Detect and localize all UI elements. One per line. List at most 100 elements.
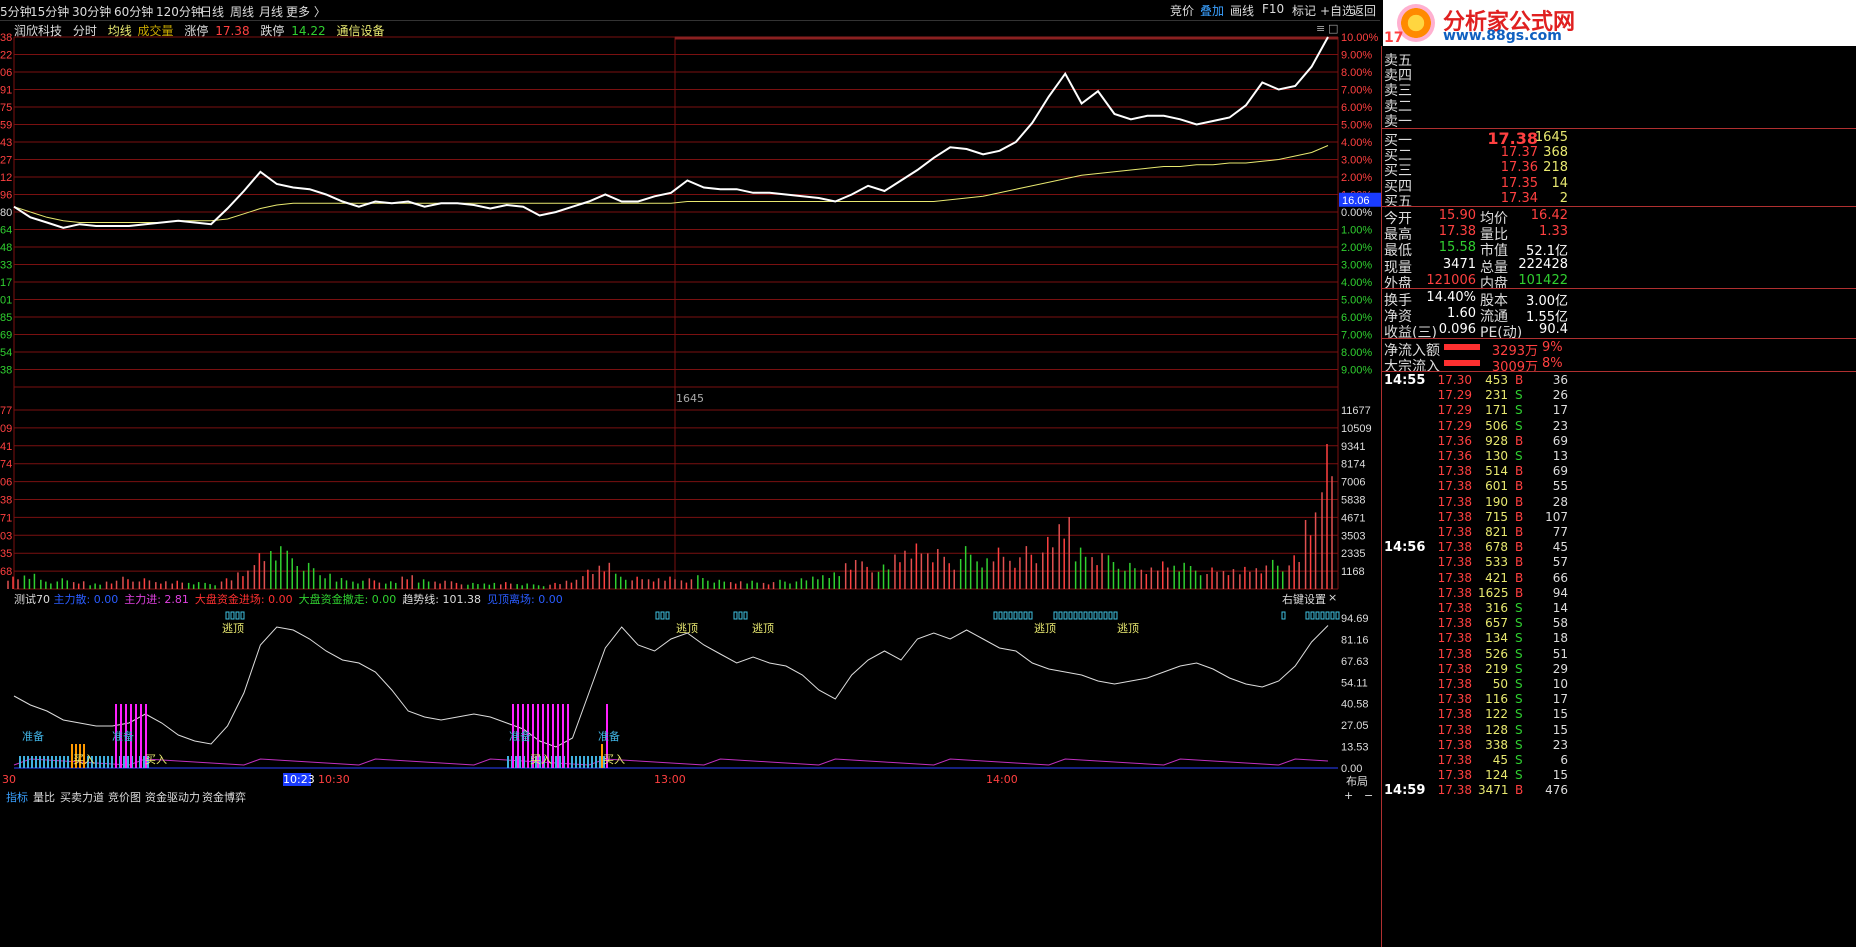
- bottom-tab-2[interactable]: 买卖力道: [60, 789, 104, 805]
- period-tab-1[interactable]: 15分钟: [30, 3, 69, 20]
- pct-axis-label: 8.00%: [1341, 67, 1372, 79]
- period-tab-6[interactable]: 周线: [230, 3, 254, 20]
- price-axis-label: 96: [0, 190, 12, 202]
- top-marker: [1305, 611, 1310, 620]
- pct-axis-label: 9.00%: [1341, 365, 1372, 377]
- pct-axis-label: 7.00%: [1341, 330, 1372, 342]
- top-marker: [665, 611, 670, 620]
- flow-bar: [1444, 360, 1480, 367]
- tick-price: 17.38: [1437, 737, 1472, 752]
- bottom-tab-1[interactable]: 量比: [33, 789, 55, 805]
- tick-count: 69: [1552, 464, 1568, 479]
- toolbar-button-4[interactable]: 标记: [1292, 2, 1316, 19]
- tick-side: S: [1515, 677, 1523, 691]
- close-icon[interactable]: ×: [1328, 591, 1337, 604]
- indicator-name[interactable]: 测试70: [14, 593, 54, 606]
- tick-side: B: [1515, 555, 1524, 570]
- tick-side: B: [1515, 433, 1524, 448]
- buy-level-volume: 218: [1543, 160, 1568, 176]
- tick-side: S: [1515, 661, 1523, 676]
- toolbar-button-2[interactable]: 画线: [1230, 2, 1254, 19]
- time-label: 13:00: [654, 773, 686, 786]
- volume-cursor-value: 1645: [676, 392, 704, 405]
- stat-value: 0.096: [1438, 322, 1476, 338]
- pct-axis-label: 10.00%: [1341, 32, 1379, 44]
- toolbar-button-5[interactable]: +自选: [1320, 2, 1354, 19]
- bottom-tab-3[interactable]: 竞价图: [108, 789, 141, 805]
- tick-price: 17.38: [1437, 509, 1472, 524]
- top-marker: [1108, 611, 1113, 620]
- tick-volume: 219: [1485, 661, 1508, 676]
- tick-volume: 526: [1485, 646, 1508, 661]
- tick-price: 17.38: [1437, 707, 1472, 722]
- layout-button[interactable]: 布局: [1346, 773, 1368, 789]
- tick-volume: 316: [1485, 601, 1508, 615]
- top-marker: [1281, 611, 1286, 620]
- price-axis-label: 27: [0, 155, 12, 167]
- toolbar-button-3[interactable]: F10: [1262, 2, 1284, 16]
- pct-axis-label: 4.00%: [1341, 277, 1372, 289]
- top-marker: [738, 611, 743, 620]
- tick-side: S: [1515, 631, 1523, 646]
- pct-axis-label: 2.00%: [1341, 242, 1372, 254]
- tick-count: 94: [1552, 585, 1568, 600]
- indicator-item: 见顶离场: 0.00: [487, 593, 563, 606]
- tick-side: B: [1515, 540, 1524, 555]
- period-tab-7[interactable]: 月线: [259, 3, 283, 20]
- tick-price: 17.38: [1437, 722, 1472, 737]
- indicator-axis-label: 54.11: [1341, 677, 1368, 689]
- toolbar-button-6[interactable]: 返回: [1352, 2, 1376, 19]
- tick-side: S: [1515, 601, 1523, 615]
- price-axis-label: 54: [0, 347, 12, 359]
- pct-axis-label: 6.00%: [1341, 312, 1372, 324]
- period-tab-8[interactable]: 更多 〉: [286, 3, 326, 20]
- indicator-axis-label: 13.53: [1341, 742, 1369, 754]
- tick-volume: 657: [1485, 616, 1508, 631]
- tick-count: 17: [1552, 403, 1568, 418]
- tick-price: 17.38: [1437, 616, 1472, 631]
- tick-side: B: [1515, 479, 1524, 494]
- toolbar-button-1[interactable]: 叠加: [1200, 2, 1224, 19]
- tick-count: 476: [1545, 783, 1568, 798]
- tick-side: S: [1515, 753, 1523, 767]
- tick-count: 57: [1552, 555, 1568, 570]
- bottom-tab-5[interactable]: 资金博弈: [202, 789, 246, 805]
- price-axis-label: 17: [0, 277, 12, 289]
- intraday-chart[interactable]: 逃顶 逃顶 逃顶 逃顶 逃顶准备 准备 准备 准备买入 买入 买入 买入 10.00% 9.00% 8.…: [0, 20, 1381, 790]
- stat-value: 14.40%: [1426, 290, 1476, 305]
- tick-side: S: [1515, 388, 1523, 403]
- period-tab-5[interactable]: 日线: [200, 3, 224, 20]
- top-marker: [1003, 611, 1008, 620]
- buy-label: 买入: [603, 753, 625, 766]
- bottom-tab-4[interactable]: 资金驱动力: [145, 789, 200, 805]
- price-axis-label: 59: [0, 120, 12, 132]
- prepare-label: 准备: [509, 729, 531, 743]
- indicator-settings[interactable]: 右键设置: [1282, 591, 1326, 607]
- tick-count: 15: [1552, 768, 1568, 783]
- buy-label: 买入: [145, 753, 167, 766]
- volume-axis-label: 9341: [1341, 441, 1365, 453]
- tick-side: B: [1515, 525, 1524, 539]
- bottom-tab-0[interactable]: 指标: [6, 789, 28, 805]
- top-marker: [655, 611, 660, 620]
- stat-value: 1.60: [1447, 306, 1476, 322]
- indicator-item: 主力散: 0.00: [53, 593, 119, 606]
- tick-price: 17.38: [1437, 677, 1472, 691]
- period-tab-4[interactable]: 120分钟: [156, 3, 203, 20]
- price-axis-label: 33: [0, 260, 12, 272]
- tick-count: 14: [1552, 601, 1568, 615]
- buy-level-volume: 1645: [1534, 130, 1568, 145]
- logo-url: www.88gs.com: [1443, 28, 1562, 44]
- tick-volume: 45: [1492, 753, 1508, 767]
- pct-axis-label: 8.00%: [1341, 347, 1372, 359]
- volume-left-label: 41: [0, 441, 12, 453]
- period-tab-0[interactable]: 5分钟: [0, 3, 32, 20]
- volume-left-label: 77: [0, 405, 12, 417]
- toolbar-button-0[interactable]: 竞价: [1170, 2, 1194, 19]
- tick-volume: 130: [1485, 449, 1508, 463]
- period-tab-3[interactable]: 60分钟: [114, 3, 153, 20]
- tick-price: 17.38: [1437, 661, 1472, 676]
- pct-axis-label: 1.00%: [1341, 225, 1372, 237]
- indicator-item: 趋势线: 101.38: [402, 593, 482, 606]
- period-tab-2[interactable]: 30分钟: [72, 3, 111, 20]
